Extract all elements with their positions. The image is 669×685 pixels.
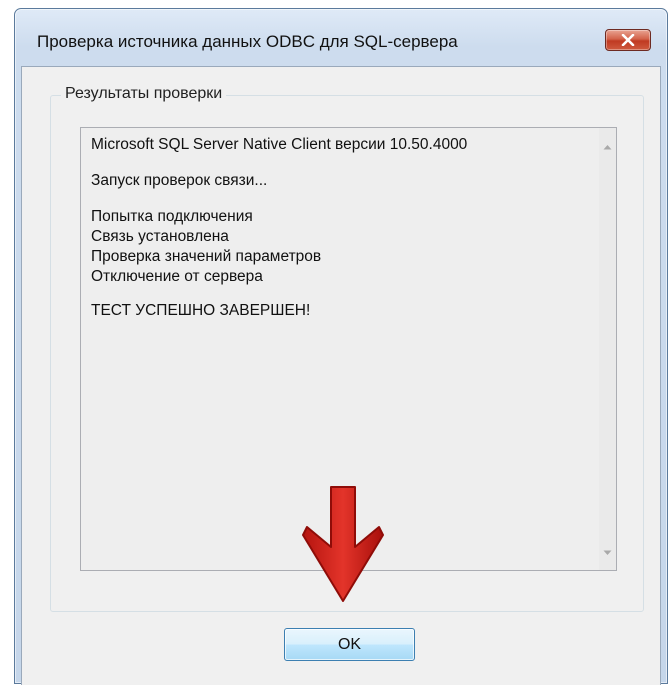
result-spacer [91, 155, 581, 171]
result-line-start-tests: Запуск проверок связи... [91, 172, 268, 189]
result-spacer [91, 287, 581, 301]
ok-button[interactable]: OK [284, 628, 415, 661]
vertical-scrollbar[interactable] [599, 128, 616, 570]
result-line-client-version: Microsoft SQL Server Native Client верси… [91, 136, 468, 153]
result-spacer [91, 191, 581, 207]
close-icon [621, 34, 635, 46]
result-line-connected: Связь установлена [91, 228, 229, 245]
result-line-connect-attempt: Попытка подключения [91, 208, 253, 225]
scroll-up-arrow-icon[interactable] [603, 144, 612, 150]
close-button[interactable] [605, 29, 651, 51]
window-title: Проверка источника данных ODBC для SQL-с… [37, 32, 458, 51]
result-line-check-params: Проверка значений параметров [91, 248, 322, 265]
result-line-disconnect: Отключение от сервера [91, 268, 263, 285]
scroll-down-arrow-icon[interactable] [603, 550, 612, 556]
result-line-success: ТЕСТ УСПЕШНО ЗАВЕРШЕН! [91, 302, 311, 319]
red-down-arrow-icon [302, 486, 384, 602]
results-text: Microsoft SQL Server Native Client верси… [91, 135, 581, 321]
results-group-label: Результаты проверки [61, 85, 227, 103]
title-bar[interactable]: Проверка источника данных ODBC для SQL-с… [15, 9, 667, 65]
